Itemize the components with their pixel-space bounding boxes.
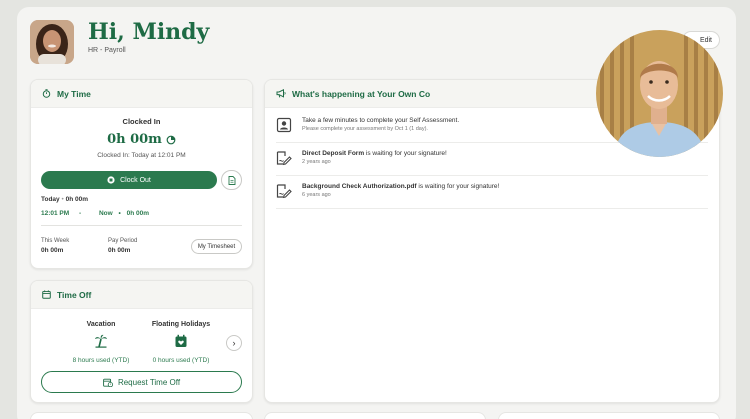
feed-item-title: Direct Deposit Form is waiting for your … xyxy=(302,150,447,157)
pay-period-value: 0h 00m xyxy=(108,247,131,254)
elapsed-time: 0h 00m xyxy=(31,132,252,147)
balance-used: 8 hours used (YTD) xyxy=(72,357,130,364)
time-off-card: Time Off Vacation 8 hours used (YTD) Flo… xyxy=(30,280,253,403)
feed-item-title: Take a few minutes to complete your Self… xyxy=(302,117,460,124)
signature-icon xyxy=(276,184,292,199)
my-timesheet-label: My Timesheet xyxy=(197,243,236,250)
timer-icon xyxy=(166,135,176,144)
avatar[interactable] xyxy=(30,20,74,64)
clock-status: Clocked In xyxy=(122,117,161,126)
next-balance-button[interactable]: › xyxy=(226,335,242,351)
presenter-video xyxy=(596,30,723,157)
feed-item-background-check[interactable]: Background Check Authorization.pdf is wa… xyxy=(276,183,706,199)
stop-icon xyxy=(107,176,115,184)
notes-button[interactable] xyxy=(221,170,242,190)
bottom-card xyxy=(30,412,253,419)
pay-period-stat: Pay Period 0h 00m xyxy=(108,238,137,254)
time-off-header: Time Off xyxy=(31,281,252,309)
elapsed-time-value: 0h 00m xyxy=(107,132,162,147)
calendar-heart-icon xyxy=(175,334,187,347)
signature-icon xyxy=(276,151,292,166)
chevron-right-icon: › xyxy=(232,338,236,348)
feed-item-title: Background Check Authorization.pdf is wa… xyxy=(302,183,499,190)
bottom-card xyxy=(498,412,720,419)
balance-name: Vacation xyxy=(86,321,116,328)
this-week-stat: This Week 0h 00m xyxy=(41,238,69,254)
today-label: Today xyxy=(41,196,60,203)
bottom-card xyxy=(264,412,486,419)
stopwatch-icon xyxy=(42,89,51,98)
divider xyxy=(276,175,708,176)
request-time-off-label: Request Time Off xyxy=(117,377,181,387)
divider xyxy=(276,208,708,209)
clock-out-label: Clock Out xyxy=(120,176,151,184)
time-off-title: Time Off xyxy=(57,289,92,300)
balance-used: 0 hours used (YTD) xyxy=(152,357,210,364)
today-summary: Today • 0h 00m xyxy=(41,196,88,203)
feed-item-timestamp: 6 years ago xyxy=(302,192,331,198)
pay-period-label: Pay Period xyxy=(108,238,138,244)
today-total: 0h 00m xyxy=(65,196,88,203)
clocked-in-at: Clocked In: Today at 12:01 PM xyxy=(97,152,186,159)
entry-start: 12:01 PM xyxy=(41,210,70,217)
palm-tree-icon xyxy=(95,334,107,348)
greeting-title: Hi, Mindy xyxy=(88,19,210,45)
feed-item-message: is waiting for your signature! xyxy=(364,150,447,157)
time-entry[interactable]: 12:01 PM - Now • 0h 00m xyxy=(41,210,149,217)
my-timesheet-button[interactable]: My Timesheet xyxy=(191,239,242,254)
calendar-icon xyxy=(42,290,51,299)
my-time-header: My Time xyxy=(31,80,252,108)
feed-item-message: is waiting for your signature! xyxy=(416,183,500,190)
person-card-icon xyxy=(276,117,292,133)
edit-button-label: Edit xyxy=(699,36,712,44)
request-time-off-button[interactable]: Request Time Off xyxy=(41,371,242,393)
feed-item-timestamp: 2 years ago xyxy=(302,159,331,165)
entry-duration: 0h 00m xyxy=(126,210,150,217)
balance-floating-holidays[interactable]: Floating Holidays 0 hours used (YTD) xyxy=(141,321,221,364)
document-icon xyxy=(228,175,235,185)
balance-name: Floating Holidays xyxy=(151,321,211,328)
feed-item-document[interactable]: Background Check Authorization.pdf xyxy=(302,183,417,190)
clock-out-button[interactable]: Clock Out xyxy=(41,171,217,189)
divider xyxy=(41,225,242,226)
this-week-label: This Week xyxy=(41,238,70,244)
user-role: HR - Payroll xyxy=(88,47,126,54)
calendar-clock-icon xyxy=(103,378,113,387)
this-week-value: 0h 00m xyxy=(41,247,64,254)
entry-end: Now xyxy=(98,210,113,217)
my-time-card: My Time Clocked In 0h 00m Clocked In: To… xyxy=(30,79,253,269)
megaphone-icon xyxy=(276,89,286,98)
balance-vacation[interactable]: Vacation 8 hours used (YTD) xyxy=(61,321,141,364)
feed-item-subtitle: Please complete your assessment by Oct 1… xyxy=(302,126,428,132)
my-time-title: My Time xyxy=(57,88,91,99)
feed-item-document[interactable]: Direct Deposit Form xyxy=(302,150,364,157)
whats-happening-title: What's happening at Your Own Co xyxy=(292,88,431,99)
